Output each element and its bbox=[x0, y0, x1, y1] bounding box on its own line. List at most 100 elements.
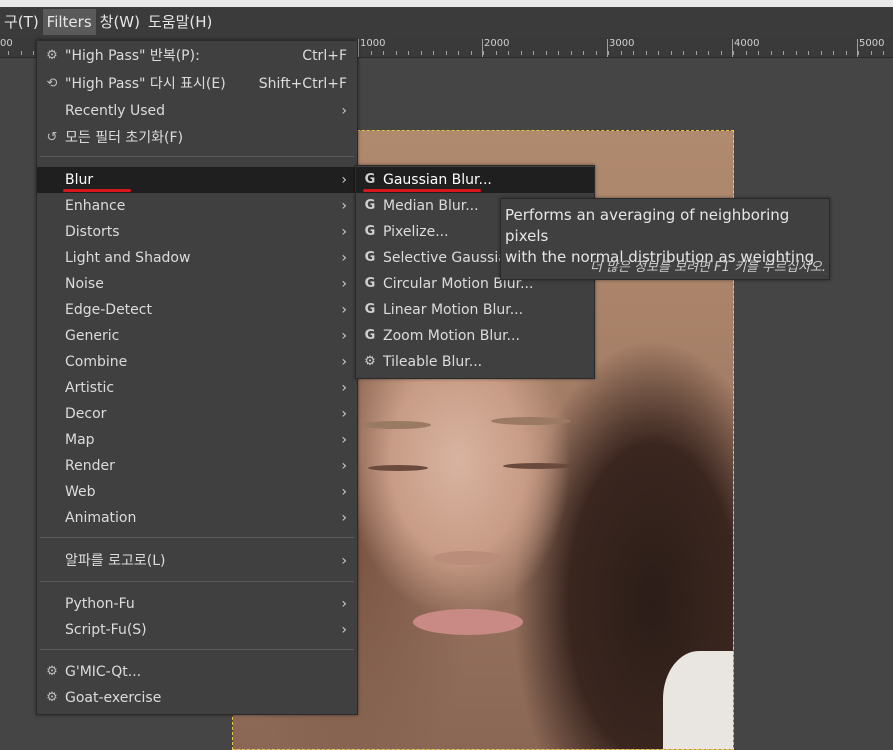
ruler-tick bbox=[883, 51, 884, 55]
ruler-tick bbox=[596, 51, 597, 55]
ruler-tick bbox=[483, 51, 484, 55]
menu-item-reset-all-filters[interactable]: ↺ 모든 필터 초기화(F) bbox=[37, 125, 357, 151]
ruler-tick bbox=[446, 51, 447, 55]
ruler-tick bbox=[833, 51, 834, 55]
tooltip-line-1: Performs an averaging of neighboring pix… bbox=[505, 206, 790, 245]
left-eyebrow bbox=[361, 421, 431, 429]
chevron-right-icon: › bbox=[341, 380, 347, 396]
menu-item-script-fu[interactable]: Script-Fu(S) › bbox=[37, 617, 357, 643]
menu-windows[interactable]: 창(W) bbox=[96, 9, 144, 35]
menu-item-label: Map bbox=[65, 432, 95, 448]
menu-help[interactable]: 도움말(H) bbox=[144, 9, 216, 35]
shortcut-label: Ctrl+F bbox=[302, 48, 347, 64]
gegl-icon: G bbox=[364, 224, 376, 239]
ruler-tick bbox=[33, 51, 34, 55]
shortcut-label: Shift+Ctrl+F bbox=[258, 76, 347, 92]
ruler-tick bbox=[533, 51, 534, 55]
gegl-icon: G bbox=[364, 250, 376, 265]
ruler-tick bbox=[546, 51, 547, 55]
menu-item-map[interactable]: Map › bbox=[37, 427, 357, 453]
ruler-tick bbox=[696, 51, 697, 55]
menu-item-tileable-blur[interactable]: ⚙ Tileable Blur... bbox=[356, 349, 594, 375]
menu-item-animation[interactable]: Animation › bbox=[37, 505, 357, 531]
menu-item-label: Enhance bbox=[65, 198, 126, 214]
ruler-tick bbox=[821, 51, 822, 55]
menu-item-web[interactable]: Web › bbox=[37, 479, 357, 505]
menu-item-render[interactable]: Render › bbox=[37, 453, 357, 479]
chevron-right-icon: › bbox=[341, 224, 347, 240]
menu-item-zoom-motion-blur[interactable]: G Zoom Motion Blur... bbox=[356, 323, 594, 349]
ruler-label: 4000 bbox=[734, 38, 760, 49]
ruler-tick bbox=[621, 51, 622, 55]
chevron-right-icon: › bbox=[341, 622, 347, 638]
ruler-tick bbox=[371, 51, 372, 55]
menu-item-reshow-high-pass[interactable]: ⟲ "High Pass" 다시 표시(E) Shift+Ctrl+F bbox=[37, 71, 357, 97]
ruler-tick bbox=[558, 51, 559, 55]
menubar: 구(T) Filters 창(W) 도움말(H) bbox=[0, 7, 893, 37]
menu-item-label: 알파를 로고로(L) bbox=[65, 553, 166, 569]
menu-item-label: Light and Shadow bbox=[65, 250, 191, 266]
reshow-icon: ⟲ bbox=[46, 76, 58, 91]
menu-item-label: Median Blur... bbox=[383, 198, 479, 214]
menu-item-label: Noise bbox=[65, 276, 104, 292]
right-eyebrow bbox=[491, 417, 571, 425]
ruler-tick bbox=[671, 51, 672, 55]
menu-item-label: Edge-Detect bbox=[65, 302, 152, 318]
menu-item-label: Selective Gaussian bbox=[383, 250, 516, 266]
ruler-tick bbox=[633, 51, 634, 55]
ruler-tick bbox=[746, 51, 747, 55]
ruler-tick bbox=[358, 51, 359, 55]
ruler-tick bbox=[871, 51, 872, 55]
menu-item-recently-used[interactable]: Recently Used › bbox=[37, 98, 357, 124]
menu-item-enhance[interactable]: Enhance › bbox=[37, 193, 357, 219]
menu-item-label: Python-Fu bbox=[65, 596, 135, 612]
ruler-tick bbox=[771, 51, 772, 55]
menu-separator bbox=[40, 537, 354, 538]
ruler-tick bbox=[758, 51, 759, 55]
menu-item-light-and-shadow[interactable]: Light and Shadow › bbox=[37, 245, 357, 271]
menu-separator bbox=[40, 649, 354, 650]
menu-item-python-fu[interactable]: Python-Fu › bbox=[37, 591, 357, 617]
menu-item-linear-motion-blur[interactable]: G Linear Motion Blur... bbox=[356, 297, 594, 323]
ruler-tick bbox=[808, 51, 809, 55]
ruler-tick bbox=[496, 51, 497, 55]
filters-menu: ⚙ "High Pass" 반복(P): Ctrl+F ⟲ "High Pass… bbox=[36, 40, 358, 715]
menu-item-gmic-qt[interactable]: ⚙ G'MIC-Qt... bbox=[37, 659, 357, 685]
menu-item-label: Web bbox=[65, 484, 96, 500]
menu-item-distorts[interactable]: Distorts › bbox=[37, 219, 357, 245]
ruler-tick bbox=[408, 51, 409, 55]
menu-tools[interactable]: 구(T) bbox=[0, 9, 43, 35]
menu-item-edge-detect[interactable]: Edge-Detect › bbox=[37, 297, 357, 323]
menu-item-goat-exercise[interactable]: ⚙ Goat-exercise bbox=[37, 685, 357, 711]
menu-item-decor[interactable]: Decor › bbox=[37, 401, 357, 427]
ruler-tick bbox=[783, 51, 784, 55]
menu-item-label: "High Pass" 다시 표시(E) bbox=[65, 76, 226, 92]
chevron-right-icon: › bbox=[341, 250, 347, 266]
ruler-label: 3000 bbox=[609, 38, 635, 49]
menu-item-repeat-high-pass[interactable]: ⚙ "High Pass" 반복(P): Ctrl+F bbox=[37, 43, 357, 69]
chevron-right-icon: › bbox=[341, 458, 347, 474]
menu-item-generic[interactable]: Generic › bbox=[37, 323, 357, 349]
gegl-icon: G bbox=[364, 276, 376, 291]
chevron-right-icon: › bbox=[341, 328, 347, 344]
chevron-right-icon: › bbox=[341, 406, 347, 422]
menu-item-combine[interactable]: Combine › bbox=[37, 349, 357, 375]
menu-item-noise[interactable]: Noise › bbox=[37, 271, 357, 297]
window-title-strip bbox=[0, 0, 893, 7]
menu-item-label: 모든 필터 초기화(F) bbox=[65, 130, 184, 146]
left-eye bbox=[368, 465, 428, 471]
reset-icon: ↺ bbox=[46, 130, 58, 145]
annotation-underline bbox=[363, 189, 481, 192]
menu-item-artistic[interactable]: Artistic › bbox=[37, 375, 357, 401]
menu-item-label: Combine bbox=[65, 354, 128, 370]
right-eye bbox=[503, 463, 573, 469]
menu-filters[interactable]: Filters bbox=[42, 9, 96, 35]
plugin-icon: ⚙ bbox=[46, 664, 58, 679]
plugin-icon: ⚙ bbox=[364, 354, 376, 369]
menu-item-alpha-to-logo[interactable]: 알파를 로고로(L) › bbox=[37, 548, 357, 574]
chevron-right-icon: › bbox=[341, 198, 347, 214]
chevron-right-icon: › bbox=[341, 510, 347, 526]
ruler-tick bbox=[383, 51, 384, 55]
ruler-tick bbox=[421, 51, 422, 55]
menu-item-label: Zoom Motion Blur... bbox=[383, 328, 520, 344]
